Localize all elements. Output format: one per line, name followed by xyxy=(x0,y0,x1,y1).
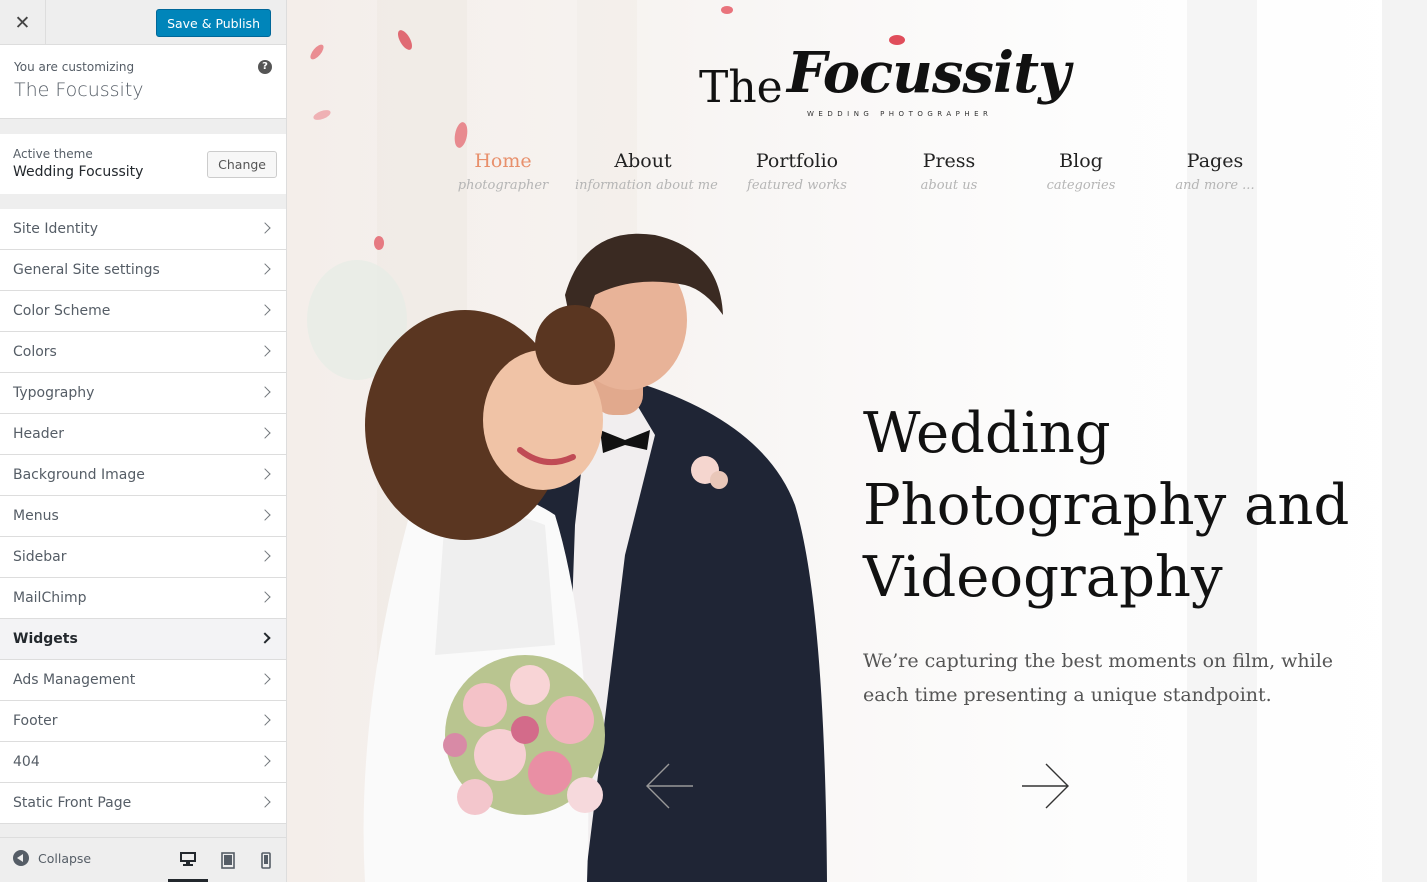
active-theme-panel: Active theme Wedding Focussity Change xyxy=(0,134,286,194)
nav-sublabel: about us xyxy=(920,178,978,193)
logo-tagline: WEDDING PHOTOGRAPHER xyxy=(807,110,993,118)
nav-sublabel: information about me xyxy=(575,178,718,193)
section-label: Header xyxy=(13,426,64,442)
nav-label: About xyxy=(614,150,672,172)
section-mailchimp[interactable]: MailChimp xyxy=(0,578,286,619)
nav-label: Press xyxy=(922,150,976,172)
chevron-right-icon xyxy=(259,755,271,767)
nav-label: Portfolio xyxy=(755,150,839,172)
collapse-label: Collapse xyxy=(38,850,92,866)
section-site-identity[interactable]: Site Identity xyxy=(0,209,286,250)
nav-pages[interactable]: Pages and more ... xyxy=(1165,150,1265,193)
nav-about[interactable]: About information about me xyxy=(575,150,718,193)
section-header[interactable]: Header xyxy=(0,414,286,455)
section-label: 404 xyxy=(13,754,40,770)
customizer-sections: Site Identity General Site settings Colo… xyxy=(0,209,286,824)
customizing-label: You are customizing xyxy=(14,60,135,74)
section-colors[interactable]: Colors xyxy=(0,332,286,373)
nav-label: Pages xyxy=(1186,150,1244,172)
section-404[interactable]: 404 xyxy=(0,742,286,783)
section-sidebar[interactable]: Sidebar xyxy=(0,537,286,578)
chevron-right-icon xyxy=(259,263,271,275)
chevron-right-icon xyxy=(259,714,271,726)
chevron-right-icon xyxy=(259,427,271,439)
arrow-right-icon[interactable] xyxy=(1020,762,1072,810)
chevron-right-icon xyxy=(259,222,271,234)
section-color-scheme[interactable]: Color Scheme xyxy=(0,291,286,332)
nav-portfolio[interactable]: Portfolio featured works xyxy=(745,150,849,193)
customizer-sidebar: ✕ Save & Publish You are customizing The… xyxy=(0,0,287,882)
section-footer[interactable]: Footer xyxy=(0,701,286,742)
chevron-right-icon xyxy=(259,796,271,808)
save-publish-button[interactable]: Save & Publish xyxy=(156,9,271,37)
logo-script: Focussity xyxy=(787,40,1071,106)
customizer-header: ✕ Save & Publish xyxy=(0,0,286,45)
section-label: Footer xyxy=(13,713,58,729)
section-label: Sidebar xyxy=(13,549,67,565)
site-logo[interactable]: The Focussity WEDDING PHOTOGRAPHER xyxy=(699,40,1071,140)
section-label: Color Scheme xyxy=(13,303,111,319)
section-label: General Site settings xyxy=(13,262,160,278)
close-icon[interactable]: ✕ xyxy=(0,0,46,45)
logo-prefix: The xyxy=(699,62,783,113)
chevron-right-icon xyxy=(259,345,271,357)
nav-sublabel: featured works xyxy=(747,178,847,193)
nav-press[interactable]: Press about us xyxy=(905,150,993,193)
section-label: Menus xyxy=(13,508,59,524)
chevron-right-icon xyxy=(259,468,271,480)
nav-blog[interactable]: Blog categories xyxy=(1037,150,1125,193)
nav-sublabel: photographer xyxy=(457,178,549,193)
chevron-right-icon xyxy=(259,550,271,562)
section-widgets[interactable]: Widgets xyxy=(0,619,286,660)
section-label: Widgets xyxy=(13,631,78,647)
section-ads-management[interactable]: Ads Management xyxy=(0,660,286,701)
desktop-icon[interactable] xyxy=(168,838,208,882)
section-label: Typography xyxy=(13,385,95,401)
collapse-button[interactable]: Collapse xyxy=(13,850,91,866)
collapse-icon xyxy=(13,850,29,866)
section-background-image[interactable]: Background Image xyxy=(0,455,286,496)
section-typography[interactable]: Typography xyxy=(0,373,286,414)
question-icon[interactable]: ? xyxy=(258,60,272,74)
section-label: Static Front Page xyxy=(13,795,132,811)
chevron-right-icon xyxy=(259,673,271,685)
hero-description: We’re capturing the best moments on film… xyxy=(863,650,1334,706)
chevron-right-icon xyxy=(259,632,271,644)
mobile-icon[interactable] xyxy=(246,838,286,882)
section-general-site-settings[interactable]: General Site settings xyxy=(0,250,286,291)
section-label: Background Image xyxy=(13,467,145,483)
nav-label: Home xyxy=(474,150,532,172)
customizing-info: You are customizing The Focussity ? xyxy=(0,45,286,119)
nav-sublabel: categories xyxy=(1046,178,1116,193)
chevron-right-icon xyxy=(259,509,271,521)
section-label: Ads Management xyxy=(13,672,136,688)
tablet-icon[interactable] xyxy=(208,838,248,882)
site-name: The Focussity xyxy=(14,79,144,101)
customizer-footer: Collapse xyxy=(0,837,286,882)
section-menus[interactable]: Menus xyxy=(0,496,286,537)
arrow-left-icon[interactable] xyxy=(643,762,695,810)
nav-sublabel: and more ... xyxy=(1175,178,1255,193)
hero-headline: Wedding Photography and Videography xyxy=(863,401,1350,610)
hero-couple-image xyxy=(363,233,827,882)
site-preview: The Focussity WEDDING PHOTOGRAPHER Home … xyxy=(287,0,1427,882)
section-static-front-page[interactable]: Static Front Page xyxy=(0,783,286,824)
chevron-right-icon xyxy=(259,386,271,398)
section-label: Colors xyxy=(13,344,57,360)
nav-label: Blog xyxy=(1059,150,1103,172)
section-label: MailChimp xyxy=(13,590,87,606)
section-label: Site Identity xyxy=(13,221,98,237)
change-theme-button[interactable]: Change xyxy=(207,151,277,178)
chevron-right-icon xyxy=(259,304,271,316)
chevron-right-icon xyxy=(259,591,271,603)
nav-home[interactable]: Home photographer xyxy=(455,150,551,193)
